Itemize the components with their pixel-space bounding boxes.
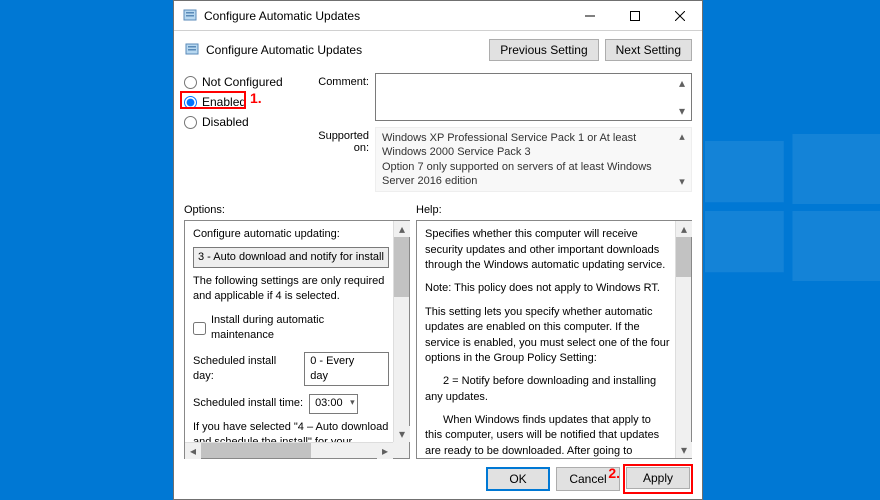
chevron-down-icon: ▾ xyxy=(350,396,355,409)
ok-button[interactable]: OK xyxy=(486,467,550,491)
scroll-thumb[interactable] xyxy=(394,237,409,297)
desktop-windows-logo xyxy=(705,120,880,295)
help-text: Specifies whether this computer will rec… xyxy=(425,227,671,273)
install-time-label: Scheduled install time: xyxy=(193,396,303,411)
scroll-right-icon[interactable]: ▸ xyxy=(377,443,393,459)
scroll-left-icon[interactable]: ◂ xyxy=(185,443,201,459)
next-setting-button[interactable]: Next Setting xyxy=(605,39,692,61)
annotation-label-1: 1. xyxy=(250,90,262,106)
page-title: Configure Automatic Updates xyxy=(206,43,362,57)
scroll-corner xyxy=(393,442,409,458)
help-text: When Windows finds updates that apply to… xyxy=(425,413,671,458)
scroll-down-icon[interactable]: ▾ xyxy=(675,104,689,118)
supported-label: Supported on: xyxy=(301,127,369,154)
install-day-label: Scheduled install day: xyxy=(193,354,298,385)
help-pane: Specifies whether this computer will rec… xyxy=(416,220,692,459)
close-button[interactable] xyxy=(657,1,702,30)
install-day-dropdown[interactable]: 0 - Every day xyxy=(304,352,389,387)
options-note: The following settings are only required… xyxy=(193,274,389,305)
configure-updating-label: Configure automatic updating: xyxy=(193,227,389,242)
scroll-up-icon[interactable]: ▴ xyxy=(675,130,689,144)
dialog-button-row: OK Cancel Apply 2. xyxy=(184,459,692,495)
maintenance-checkbox[interactable]: Install during automatic maintenance xyxy=(193,313,389,344)
state-radio-group: Not Configured Enabled Disabled 1. xyxy=(184,73,289,129)
scroll-down-icon[interactable]: ▾ xyxy=(394,426,410,442)
scroll-up-icon[interactable]: ▴ xyxy=(675,76,689,90)
options-vertical-scrollbar[interactable]: ▴ ▾ xyxy=(393,221,409,442)
help-text: This setting lets you specify whether au… xyxy=(425,305,671,367)
comment-label: Comment: xyxy=(301,73,369,88)
gpo-dialog: Configure Automatic Updates Configure Au… xyxy=(173,0,703,500)
scroll-thumb[interactable] xyxy=(676,237,691,277)
header-row: Configure Automatic Updates Previous Set… xyxy=(184,39,692,61)
policy-icon xyxy=(184,42,200,58)
help-vertical-scrollbar[interactable]: ▴ ▾ xyxy=(675,221,691,458)
scroll-down-icon[interactable]: ▾ xyxy=(675,175,689,189)
supported-on-box: Windows XP Professional Service Pack 1 o… xyxy=(375,127,692,192)
install-time-dropdown[interactable]: 03:00▾ xyxy=(309,394,358,413)
scroll-up-icon[interactable]: ▴ xyxy=(676,221,692,237)
scroll-thumb[interactable] xyxy=(201,443,311,458)
scroll-down-icon[interactable]: ▾ xyxy=(676,442,692,458)
policy-icon xyxy=(182,8,198,24)
titlebar: Configure Automatic Updates xyxy=(174,1,702,31)
annotation-label-2: 2. xyxy=(608,465,620,481)
radio-enabled[interactable]: Enabled xyxy=(184,95,289,109)
previous-setting-button[interactable]: Previous Setting xyxy=(489,39,598,61)
options-section-label: Options: xyxy=(184,204,416,216)
window-title: Configure Automatic Updates xyxy=(204,9,567,23)
maximize-button[interactable] xyxy=(612,1,657,30)
configure-updating-dropdown[interactable]: 3 - Auto download and notify for install xyxy=(193,247,389,268)
minimize-button[interactable] xyxy=(567,1,612,30)
options-pane: Configure automatic updating: 3 - Auto d… xyxy=(184,220,410,459)
apply-button[interactable]: Apply xyxy=(626,467,690,489)
radio-disabled[interactable]: Disabled xyxy=(184,115,289,129)
help-text: 2 = Notify before downloading and instal… xyxy=(425,374,671,405)
help-section-label: Help: xyxy=(416,204,442,216)
radio-not-configured[interactable]: Not Configured xyxy=(184,75,289,89)
scroll-up-icon[interactable]: ▴ xyxy=(394,221,410,237)
options-horizontal-scrollbar[interactable]: ◂ ▸ xyxy=(185,442,393,458)
comment-textarea[interactable]: ▴ ▾ xyxy=(375,73,692,121)
help-text: Note: This policy does not apply to Wind… xyxy=(425,281,671,296)
